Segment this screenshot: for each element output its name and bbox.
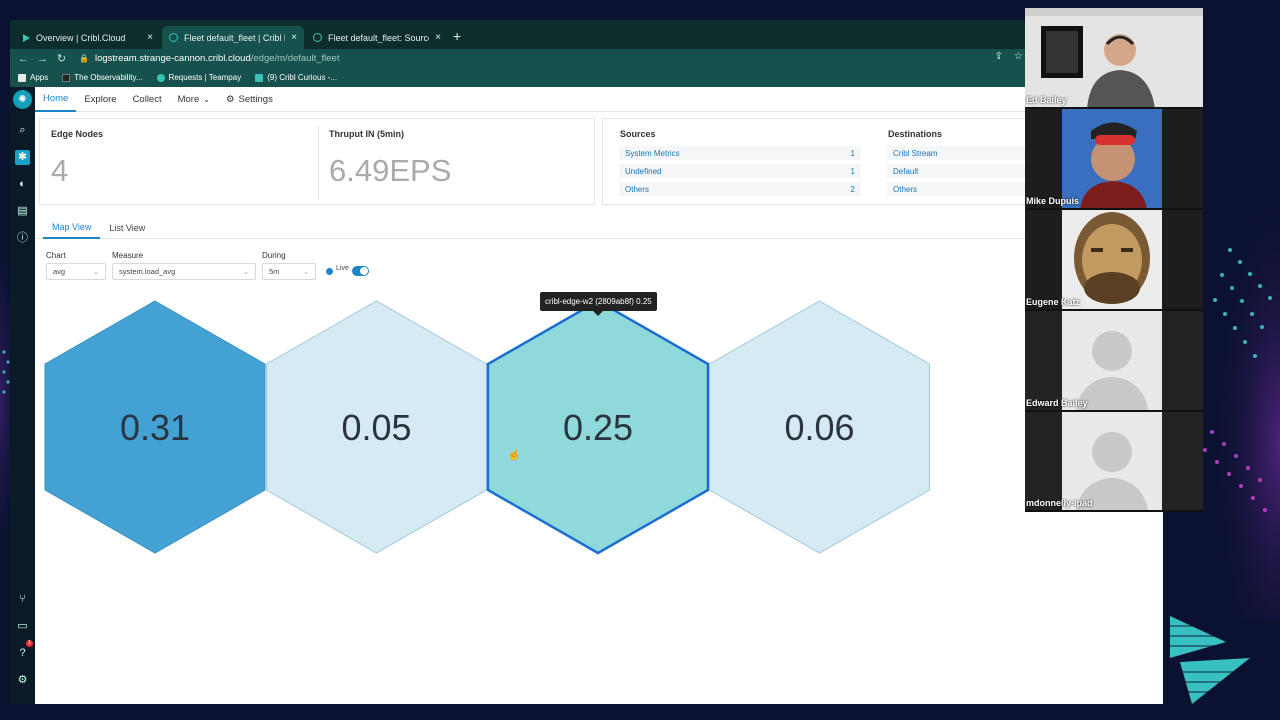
hex-value: 0.06	[784, 407, 854, 448]
participant-name: Edward Bailey	[1026, 398, 1088, 408]
hex-value: 0.05	[341, 407, 411, 448]
avatar	[1062, 311, 1162, 410]
video-participants-panel: Ed Bailey Mike Dupuis Eugene Katz Edward…	[1025, 8, 1203, 512]
bookmark-label: The Observability...	[74, 73, 143, 82]
cribl-edge-icon	[313, 33, 322, 42]
lock-icon: 🔒	[79, 54, 89, 63]
browser-tab-sources[interactable]: Fleet default_fleet: Sources | C ×	[306, 26, 448, 49]
url-field[interactable]: 🔒 logstream.strange-cannon.cribl.cloud/e…	[79, 53, 339, 64]
bookmarks-bar: Apps The Observability... Requests | Tea…	[10, 68, 1163, 87]
bookmark-label: (9) Cribl Curious -...	[267, 73, 337, 82]
participant-name: Ed Bailey	[1026, 95, 1067, 105]
new-tab-button[interactable]: +	[453, 28, 461, 44]
bookmark-cribl-curious[interactable]: (9) Cribl Curious -...	[255, 73, 337, 82]
close-icon[interactable]: ×	[435, 32, 441, 43]
book-icon	[62, 73, 71, 82]
browser-window: Overview | Cribl.Cloud × Fleet default_f…	[10, 20, 1163, 704]
star-icon[interactable]: ☆	[1014, 51, 1023, 62]
hex-value: 0.31	[120, 407, 190, 448]
tab-label: Fleet default_fleet | Cribl Edge	[184, 32, 285, 43]
hand-cursor-icon: ☝	[507, 449, 521, 461]
participant-name: Eugene Katz	[1026, 297, 1081, 307]
bookmark-teampay[interactable]: Requests | Teampay	[156, 73, 242, 82]
url-path: /edge/m/default_fleet	[250, 53, 340, 64]
tab-label: Fleet default_fleet: Sources | C	[328, 32, 429, 43]
hex-tooltip: cribl-edge-w2 (2809ab8f) 0.25	[540, 292, 657, 316]
cribl-icon	[255, 73, 264, 82]
participant-tile[interactable]: Mike Dupuis	[1025, 109, 1203, 210]
browser-tab-overview[interactable]: Overview | Cribl.Cloud ×	[16, 26, 160, 49]
url-host: logstream.strange-cannon.cribl.cloud	[94, 53, 251, 64]
address-bar-actions: ⇪ ☆	[995, 51, 1023, 62]
back-arrow-icon[interactable]: ←	[14, 53, 33, 65]
participant-video	[1025, 8, 1203, 107]
share-icon[interactable]: ⇪	[995, 51, 1003, 62]
bookmark-label: Apps	[30, 73, 49, 82]
teampay-icon	[156, 73, 165, 82]
reload-icon[interactable]: ↻	[52, 52, 71, 65]
hex-map: 0.31 0.05 0.25 0.06	[44, 299, 930, 555]
cribl-edge-icon	[169, 33, 178, 42]
hex-value: 0.25	[563, 407, 633, 448]
cribl-app: ✺ ⌕ ✱ ◐ ▤ ⓘ ⑂ ▭ ? 1 ⚙ Home Explore Colle…	[10, 87, 1163, 704]
address-bar: ← → ↻ 🔒 logstream.strange-cannon.cribl.c…	[10, 49, 1163, 68]
tab-label: Overview | Cribl.Cloud	[36, 32, 126, 43]
close-icon[interactable]: ×	[291, 32, 297, 43]
forward-arrow-icon[interactable]: →	[33, 53, 52, 65]
participant-tile[interactable]: Edward Bailey	[1025, 311, 1203, 412]
participant-video	[1025, 210, 1203, 309]
bookmark-observability[interactable]: The Observability...	[62, 73, 143, 82]
cribl-play-icon	[23, 33, 30, 42]
participant-video	[1025, 109, 1203, 208]
participant-tile[interactable]: Ed Bailey	[1025, 8, 1203, 109]
participant-tile[interactable]: mdonnelly-ipad	[1025, 412, 1203, 512]
browser-tab-fleet[interactable]: Fleet default_fleet | Cribl Edge ×	[162, 26, 304, 49]
apps-grid-icon	[18, 73, 26, 82]
participant-tile[interactable]: Eugene Katz	[1025, 210, 1203, 311]
cribl-watermark-logo	[1170, 616, 1250, 704]
bookmark-apps[interactable]: Apps	[18, 73, 48, 82]
browser-tab-bar: Overview | Cribl.Cloud × Fleet default_f…	[10, 20, 1163, 49]
participant-name: Mike Dupuis	[1026, 196, 1080, 206]
bookmark-label: Requests | Teampay	[168, 73, 242, 82]
participant-name: mdonnelly-ipad	[1026, 498, 1093, 508]
close-icon[interactable]: ×	[147, 32, 153, 43]
avatar	[1062, 412, 1162, 510]
